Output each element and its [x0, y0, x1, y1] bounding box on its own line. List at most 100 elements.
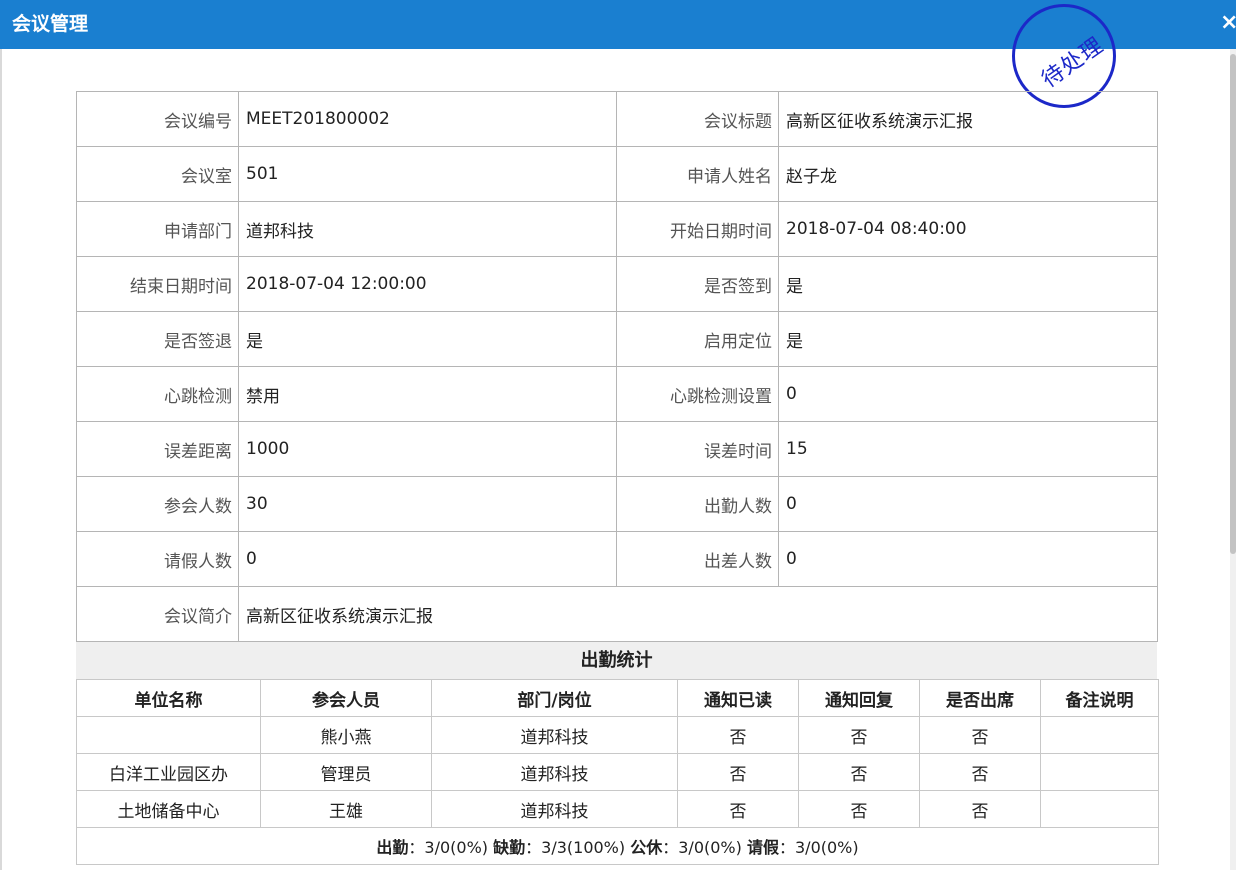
field-label: 启用定位: [616, 311, 779, 367]
leave-value: 3/0(0%): [795, 838, 859, 857]
table-cell: 道邦科技: [431, 716, 678, 754]
scrollbar[interactable]: [1230, 49, 1236, 870]
field-value: 是: [778, 256, 1158, 312]
attendance-summary-row: 出勤：3/0(0%) 缺勤：3/3(100%) 公休：3/0(0%) 请假：3/…: [76, 827, 1159, 865]
field-value: 0: [238, 531, 617, 587]
info-row: 误差距离 1000 误差时间 15: [76, 421, 1158, 477]
table-cell: [76, 716, 261, 754]
window-title: 会议管理: [12, 13, 89, 35]
field-value: 是: [778, 311, 1158, 367]
info-row: 结束日期时间 2018-07-04 12:00:00 是否签到 是: [76, 256, 1158, 312]
table-cell: 管理员: [260, 753, 432, 791]
table-cell: 道邦科技: [431, 753, 678, 791]
separator: ：: [662, 838, 679, 857]
table-row: 白洋工业园区办 管理员 道邦科技 否 否 否: [76, 753, 1159, 791]
table-cell: 否: [919, 753, 1041, 791]
table-header-row: 单位名称 参会人员 部门/岗位 通知已读 通知回复 是否出席 备注说明: [76, 679, 1159, 717]
table-cell: 否: [919, 716, 1041, 754]
table-cell: [1040, 716, 1159, 754]
field-value: 2018-07-04 12:00:00: [238, 256, 617, 312]
field-value: 0: [778, 476, 1158, 532]
table-cell: [1040, 790, 1159, 828]
field-label: 会议标题: [616, 91, 779, 147]
field-label: 参会人数: [76, 476, 239, 532]
table-cell: 道邦科技: [431, 790, 678, 828]
leave-label: 请假: [746, 838, 779, 857]
info-row: 是否签退 是 启用定位 是: [76, 311, 1158, 367]
field-value: 0: [778, 366, 1158, 422]
column-header: 参会人员: [260, 679, 432, 717]
field-label: 出差人数: [616, 531, 779, 587]
field-label: 会议编号: [76, 91, 239, 147]
column-header: 通知已读: [677, 679, 799, 717]
table-cell: 熊小燕: [260, 716, 432, 754]
field-label: 会议简介: [76, 586, 239, 642]
attendance-title: 出勤统计: [76, 642, 1157, 679]
table-cell: 否: [798, 753, 920, 791]
field-value: 2018-07-04 08:40:00: [778, 201, 1158, 257]
table-cell: 否: [798, 790, 920, 828]
present-label: 出勤: [376, 838, 409, 857]
field-label: 误差时间: [616, 421, 779, 477]
absent-label: 缺勤: [493, 838, 526, 857]
table-cell: 王雄: [260, 790, 432, 828]
attendance-table: 单位名称 参会人员 部门/岗位 通知已读 通知回复 是否出席 备注说明 熊小燕 …: [76, 679, 1159, 865]
table-cell: 否: [677, 716, 799, 754]
meeting-info-table: 会议编号 MEET201800002 会议标题 高新区征收系统演示汇报 会议室 …: [76, 91, 1158, 642]
present-value: 3/0(0%): [424, 838, 489, 857]
stamp-text: 待处理: [1037, 33, 1109, 94]
table-row: 熊小燕 道邦科技 否 否 否: [76, 716, 1159, 754]
left-edge: [0, 49, 2, 870]
table-cell: 否: [798, 716, 920, 754]
info-row-summary: 会议简介 高新区征收系统演示汇报: [76, 586, 1158, 642]
column-header: 单位名称: [76, 679, 261, 717]
separator: ：: [778, 838, 795, 857]
table-cell: 否: [677, 753, 799, 791]
info-row: 会议室 501 申请人姓名 赵子龙: [76, 146, 1158, 202]
field-label: 申请部门: [76, 201, 239, 257]
field-label: 会议室: [76, 146, 239, 202]
attendance-summary: 出勤：3/0(0%) 缺勤：3/3(100%) 公休：3/0(0%) 请假：3/…: [76, 827, 1159, 865]
field-label: 误差距离: [76, 421, 239, 477]
field-value: 赵子龙: [778, 146, 1158, 202]
field-label: 出勤人数: [616, 476, 779, 532]
info-row: 会议编号 MEET201800002 会议标题 高新区征收系统演示汇报: [76, 91, 1158, 147]
field-value: 道邦科技: [238, 201, 617, 257]
field-label: 请假人数: [76, 531, 239, 587]
scrollbar-thumb[interactable]: [1230, 54, 1236, 554]
field-label: 是否签退: [76, 311, 239, 367]
table-cell: [1040, 753, 1159, 791]
field-value: MEET201800002: [238, 91, 617, 147]
field-label: 是否签到: [616, 256, 779, 312]
table-row: 土地储备中心 王雄 道邦科技 否 否 否: [76, 790, 1159, 828]
field-label: 结束日期时间: [76, 256, 239, 312]
field-label: 心跳检测: [76, 366, 239, 422]
column-header: 通知回复: [798, 679, 920, 717]
info-row: 申请部门 道邦科技 开始日期时间 2018-07-04 08:40:00: [76, 201, 1158, 257]
info-row: 心跳检测 禁用 心跳检测设置 0: [76, 366, 1158, 422]
field-value: 15: [778, 421, 1158, 477]
field-value: 30: [238, 476, 617, 532]
business-label: 公休: [630, 838, 663, 857]
info-row: 参会人数 30 出勤人数 0: [76, 476, 1158, 532]
separator: ：: [408, 838, 425, 857]
field-value: 是: [238, 311, 617, 367]
column-header: 备注说明: [1040, 679, 1159, 717]
field-label: 开始日期时间: [616, 201, 779, 257]
field-value: 0: [778, 531, 1158, 587]
column-header: 部门/岗位: [431, 679, 678, 717]
field-value: 高新区征收系统演示汇报: [238, 586, 1158, 642]
column-header: 是否出席: [919, 679, 1041, 717]
table-cell: 否: [919, 790, 1041, 828]
field-value: 1000: [238, 421, 617, 477]
field-value: 501: [238, 146, 617, 202]
close-icon[interactable]: ×: [1220, 10, 1236, 36]
field-label: 申请人姓名: [616, 146, 779, 202]
field-label: 心跳检测设置: [616, 366, 779, 422]
table-cell: 白洋工业园区办: [76, 753, 261, 791]
info-row: 请假人数 0 出差人数 0: [76, 531, 1158, 587]
business-value: 3/0(0%): [678, 838, 742, 857]
table-cell: 土地储备中心: [76, 790, 261, 828]
absent-value: 3/3(100%): [541, 838, 626, 857]
field-value: 禁用: [238, 366, 617, 422]
